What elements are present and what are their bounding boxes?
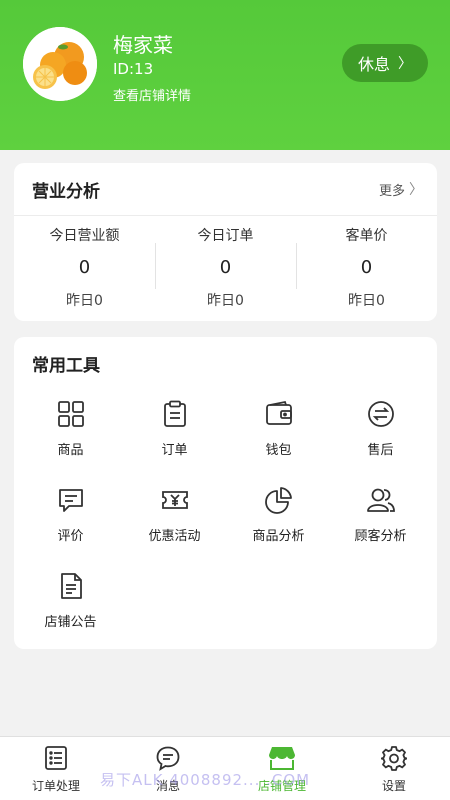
- tool-after-sales[interactable]: 售后: [328, 399, 433, 458]
- users-icon: [366, 488, 395, 512]
- rest-button[interactable]: 休息 〉: [342, 44, 428, 82]
- tool-customer-analysis[interactable]: 顾客分析: [328, 485, 433, 544]
- tab-settings[interactable]: 设置: [338, 745, 450, 794]
- document-icon: [60, 573, 82, 599]
- divider: [14, 215, 437, 216]
- stat-yesterday: 昨日0: [66, 293, 103, 309]
- tool-label: 优惠活动: [148, 529, 201, 544]
- message-icon: [156, 746, 180, 771]
- grid-icon: [57, 401, 84, 427]
- orange-image: [23, 27, 97, 101]
- list-icon: [45, 746, 67, 770]
- stat-label: 今日营业额: [49, 228, 120, 244]
- wallet-icon: [265, 400, 292, 425]
- bottom-tab-bar: 订单处理 消息 店铺管理 设置 易下ALK 4008892... .COM: [0, 736, 450, 800]
- tool-label: 售后: [367, 443, 394, 458]
- tab-order-processing[interactable]: 订单处理: [0, 745, 112, 794]
- shop-avatar[interactable]: [23, 27, 97, 101]
- tool-promotions[interactable]: 优惠活动: [122, 485, 227, 544]
- stat-yesterday: 昨日0: [207, 293, 244, 309]
- common-tools-title: 常用工具: [32, 356, 100, 376]
- tab-label: 订单处理: [31, 779, 80, 793]
- business-analysis-card: 营业分析 更多 〉 今日营业额 0 昨日0 今日订单 0 昨日0 客单价 0 昨…: [14, 163, 437, 321]
- stat-value: 0: [219, 257, 232, 278]
- stat-label: 客单价: [345, 228, 388, 244]
- tool-products[interactable]: 商品: [18, 399, 123, 458]
- business-analysis-title: 营业分析: [32, 182, 100, 202]
- stat-value: 0: [360, 257, 373, 278]
- shop-id: ID:13: [113, 60, 154, 78]
- tool-label: 评价: [57, 529, 84, 544]
- store-icon: [269, 747, 295, 770]
- tool-label: 顾客分析: [354, 529, 407, 544]
- tool-label: 订单: [161, 443, 188, 458]
- common-tools-card: 常用工具 商品 订单 钱包 售后 评价 优惠活动 商品分析 顾客分析 店铺公告: [14, 337, 437, 649]
- clipboard-icon: [163, 400, 186, 427]
- tool-reviews[interactable]: 评价: [18, 485, 123, 544]
- stat-label: 今日订单: [197, 228, 254, 244]
- more-link[interactable]: 更多 〉: [379, 179, 423, 199]
- tool-product-analysis[interactable]: 商品分析: [226, 485, 331, 544]
- watermark-text: 易下ALK 4008892... .COM: [100, 771, 311, 789]
- tool-orders[interactable]: 订单: [122, 399, 227, 458]
- chevron-right-icon: 〉: [398, 56, 412, 72]
- rest-button-label: 休息: [357, 55, 390, 74]
- tool-wallet[interactable]: 钱包: [226, 399, 331, 458]
- tool-label: 商品分析: [252, 529, 305, 544]
- stat-yesterday: 昨日0: [348, 293, 385, 309]
- coupon-icon: [161, 491, 188, 509]
- stat-avg-order-value[interactable]: 客单价 0 昨日0: [296, 225, 437, 310]
- gear-icon: [381, 746, 407, 771]
- comment-icon: [58, 489, 83, 512]
- tool-label: 钱包: [265, 443, 292, 458]
- tool-label: 店铺公告: [44, 615, 97, 630]
- tool-announcement[interactable]: 店铺公告: [18, 571, 123, 630]
- shop-detail-link[interactable]: 查看店铺详情: [113, 85, 191, 104]
- shop-header: 梅家菜 ID:13 查看店铺详情 休息 〉: [0, 0, 450, 150]
- stat-today-revenue[interactable]: 今日营业额 0 昨日0: [14, 225, 155, 310]
- stat-today-orders[interactable]: 今日订单 0 昨日0: [155, 225, 296, 310]
- tab-label: 设置: [381, 779, 406, 793]
- stat-value: 0: [78, 257, 91, 278]
- exchange-icon: [367, 401, 394, 427]
- pie-chart-icon: [264, 487, 292, 514]
- chevron-right-icon: 〉: [409, 182, 423, 198]
- shop-name: 梅家菜: [113, 33, 173, 57]
- more-label: 更多: [378, 183, 405, 199]
- tool-label: 商品: [57, 443, 84, 458]
